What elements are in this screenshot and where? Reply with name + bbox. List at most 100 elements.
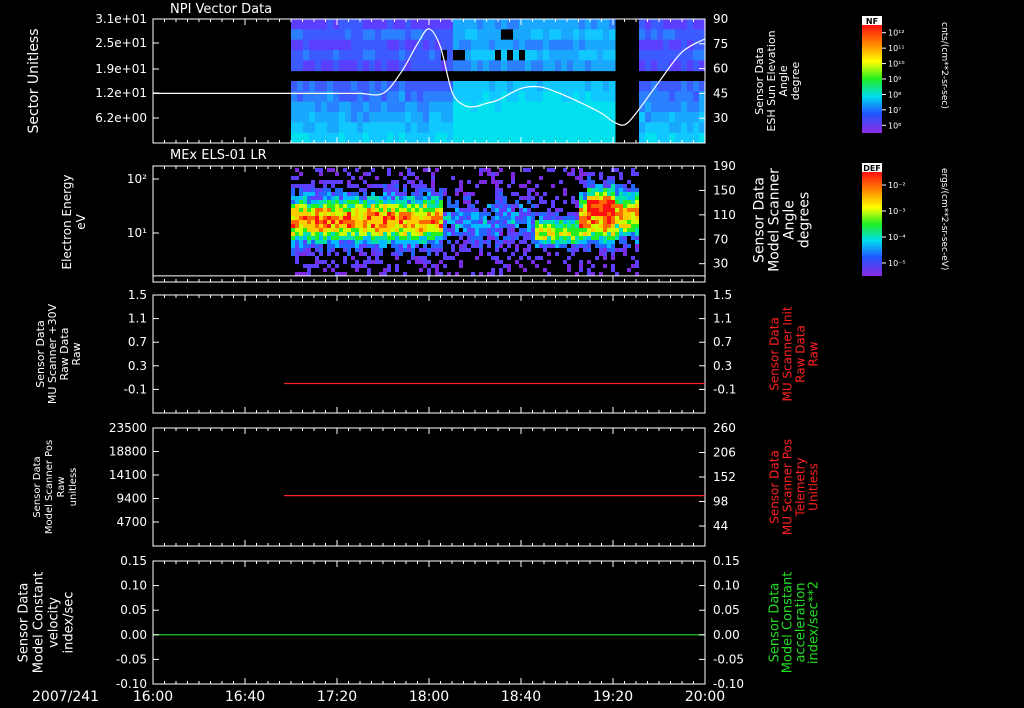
spectrogram-cell [327,216,331,220]
spectrogram-cell [635,244,639,248]
spectrogram-cell [323,228,327,232]
spectrogram-cell [303,228,307,232]
spectrogram-cell [411,228,415,232]
spectrogram-cell [603,122,610,134]
spectrogram-cell [537,29,544,41]
spectrogram-cell [431,240,435,244]
axis-label-line: Sensor Data [768,317,782,391]
spectrogram-cell [611,180,615,184]
spectrogram-cell [327,232,331,236]
spectrogram-cell [439,236,443,240]
spectrogram-cell [375,228,379,232]
spectrogram-cell [645,81,652,92]
tick-label: 30 [713,257,728,271]
panel-title: MEx ELS-01 LR [170,148,267,163]
spectrogram-cell [315,188,319,192]
spectrogram-cell [495,244,499,248]
spectrogram-cell [511,220,515,224]
spectrogram-cell [465,81,472,92]
spectrogram-cell [395,220,399,224]
spectrogram-cell [663,91,670,103]
spectrogram-cell [583,228,587,232]
tick-label: 70 [713,232,728,246]
spectrogram-cell [513,112,520,123]
tick-label: 0.05 [120,603,147,617]
spectrogram-cell [471,60,478,72]
spectrogram-cell [369,122,376,134]
spectrogram-cell [663,19,670,30]
spectrogram-cell [395,252,399,256]
spectrogram-cell [363,212,367,216]
spectrogram-cell [511,180,515,184]
tick-label: 18800 [109,445,147,459]
spectrogram-cell [295,212,299,216]
spectrogram-cell [609,91,616,103]
spectrogram-cell [335,172,339,176]
spectrogram-cell [443,212,447,216]
tick-label: 0.15 [713,554,740,568]
spectrogram-cell [371,240,375,244]
spectrogram-cell [463,196,467,200]
spectrogram-cell [507,132,514,143]
spectrogram-cell [311,264,315,268]
spectrogram-cell [623,212,627,216]
spectrogram-cell [379,228,383,232]
spectrogram-cell [371,236,375,240]
spectrogram-cell [423,208,427,212]
spectrogram-cell [427,188,431,192]
spectrogram-cell [359,176,363,180]
spectrogram-cell [435,60,442,72]
spectrogram-cell [579,212,583,216]
axis-label-line: Angle [782,200,798,240]
spectrogram-cell [403,176,407,180]
spectrogram-cell [519,91,526,103]
spectrogram-cell [363,208,367,212]
spectrogram-cell [383,192,387,196]
spectrogram-cell [535,192,539,196]
spectrogram-cell [335,200,339,204]
spectrogram-cell [611,232,615,236]
spectrogram-cell [543,50,550,61]
spectrogram-cell [639,122,646,134]
spectrogram-cell [335,188,339,192]
spectrogram-cell [635,196,639,200]
spectrogram-cell [607,200,611,204]
spectrogram-cell [515,232,519,236]
spectrogram-cell [563,200,567,204]
spectrogram-cell [303,112,310,123]
spectrogram-cell [587,236,591,240]
spectrogram-cell [291,39,298,51]
spectrogram-cell [415,232,419,236]
spectrogram-cell [525,91,532,103]
spectrogram-cell [573,81,580,92]
spectrogram-cell [351,50,358,61]
spectrogram-cell [579,240,583,244]
spectrogram-cell [407,208,411,212]
spectrogram-cell [351,264,355,268]
spectrogram-cell [471,236,475,240]
spectrogram-cell [319,248,323,252]
spectrogram-cell [603,50,610,61]
spectrogram-cell [459,91,466,103]
spectrogram-cell [359,264,363,268]
spectrogram-cell [663,112,670,123]
spectrogram-cell [423,101,430,113]
spectrogram-cell [507,216,511,220]
spectrogram-cell [411,212,415,216]
spectrogram-cell [555,228,559,232]
spectrogram-cell [315,224,319,228]
spectrogram-cell [687,19,694,30]
spectrogram-cell [459,50,466,61]
spectrogram-cell [331,240,335,244]
spectrogram-cell [303,29,310,41]
spectrogram-cell [471,212,475,216]
spectrogram-cell [567,172,571,176]
axis-label-line: MU Scanner Init [781,306,795,401]
tick-label: 190 [713,159,736,173]
spectrogram-cell [547,232,551,236]
colorbar-tick-label: 10⁸ [888,90,901,99]
spectrogram-cell [351,196,355,200]
spectrogram-cell [323,184,327,188]
spectrogram-cell [417,112,424,123]
spectrogram-cell [489,60,496,72]
